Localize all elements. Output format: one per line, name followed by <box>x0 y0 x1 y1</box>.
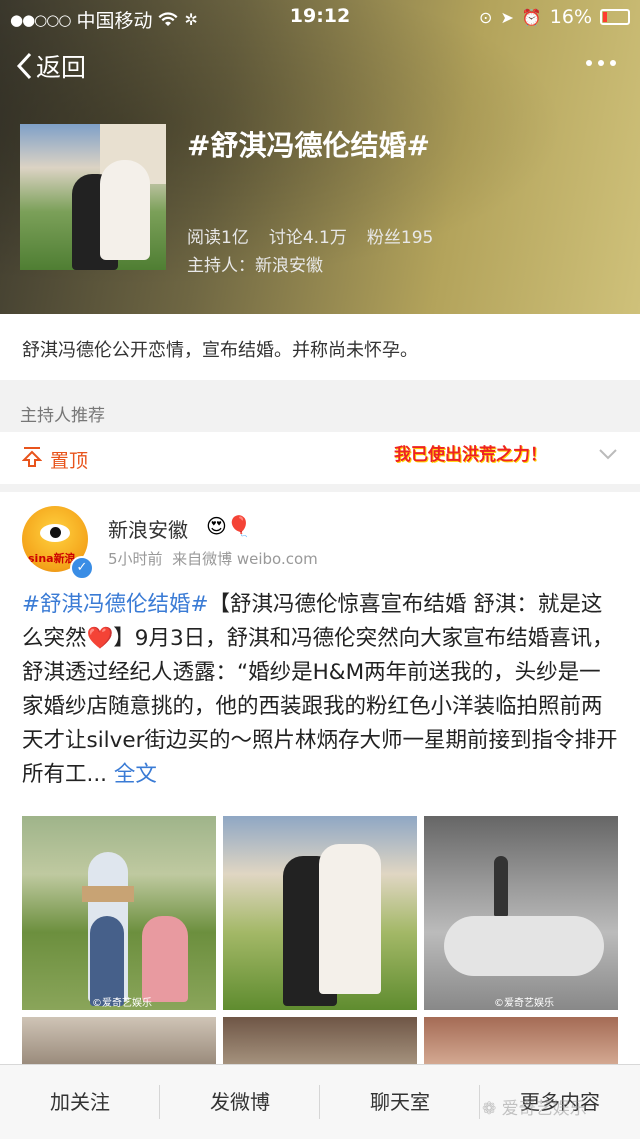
topic-stats: 阅读1亿 讨论4.1万 粉丝195 <box>187 223 433 248</box>
discussion-count: 讨论4.1万 <box>268 228 347 248</box>
post-author[interactable]: 新浪安徽 <box>108 514 188 543</box>
avatar-brand: sina新浪 <box>28 552 76 565</box>
more-options-button[interactable] <box>586 60 616 66</box>
nav-bar: 返回 <box>0 44 640 88</box>
topic-summary: 舒淇冯德伦公开恋情，宣布结婚。并称尚未怀孕。 <box>0 314 640 380</box>
image-caption: ©爱奇艺娱乐 <box>92 998 152 1009</box>
battery-percent: 16% <box>549 6 592 28</box>
full-text-link[interactable]: 全文 <box>114 762 157 787</box>
fan-count: 粉丝195 <box>366 228 434 248</box>
chevron-down-icon[interactable] <box>598 448 618 460</box>
tab-post-weibo[interactable]: 发微博 <box>160 1065 320 1139</box>
topic-cover-image <box>20 124 166 270</box>
topic-title: #舒淇冯德伦结婚# <box>187 129 430 162</box>
image-caption: ©爱奇艺娱乐 <box>494 998 554 1009</box>
post-text: #舒淇冯德伦结婚#【舒淇冯德伦惊喜宣布结婚 舒淇：就是这么突然❤️】9月3日，舒… <box>22 588 622 792</box>
post-image-2[interactable] <box>223 816 417 1010</box>
banner-text: 我已使出洪荒之力！ <box>394 445 547 465</box>
pinned-label: 置顶 <box>50 450 89 472</box>
post-source: 来自微博 weibo.com <box>172 550 318 568</box>
rotation-lock-icon: ⊙ <box>479 7 493 27</box>
alarm-icon: ⏰ <box>521 7 542 27</box>
balloon-icon: 🎈 <box>226 514 252 538</box>
summary-text: 舒淇冯德伦公开恋情，宣布结婚。并称尚未怀孕。 <box>22 340 418 361</box>
more-dot-icon <box>586 60 592 66</box>
back-button[interactable]: 返回 <box>16 48 86 84</box>
image-grid: ©爱奇艺娱乐 ©爱奇艺娱乐 <box>22 816 618 1077</box>
post-meta: 5小时前 来自微博 weibo.com <box>108 548 318 569</box>
heart-face-icon: 😍 <box>206 514 227 538</box>
weibo-post-card: sina新浪 ✓ 新浪安徽 😍🎈 5小时前 来自微博 weibo.com #舒淇… <box>0 492 640 1077</box>
location-icon: ➤ <box>500 7 514 27</box>
status-bar: ●●○○○ 中国移动 ✲ 19:12 ⊙ ➤ ⏰ 16% <box>0 0 640 34</box>
topic-header: ●●○○○ 中国移动 ✲ 19:12 ⊙ ➤ ⏰ 16% 返回 #舒淇冯德伦结婚… <box>0 0 640 314</box>
watermark: ❁ 爱奇艺娱乐 <box>482 1094 587 1119</box>
post-image-3[interactable]: ©爱奇艺娱乐 <box>424 816 618 1010</box>
post-time: 5小时前 <box>108 550 163 568</box>
pinned-row[interactable]: 置顶 我已使出洪荒之力！ <box>0 432 640 484</box>
badge-icons: 😍🎈 <box>206 514 252 538</box>
tab-chatroom[interactable]: 聊天室 <box>320 1065 480 1139</box>
post-image-1[interactable]: ©爱奇艺娱乐 <box>22 816 216 1010</box>
read-count: 阅读1亿 <box>187 228 249 248</box>
watermark-text: 爱奇艺娱乐 <box>501 1099 587 1119</box>
section-label: 主持人推荐 <box>20 406 105 426</box>
pin-top-icon <box>22 447 42 467</box>
battery-icon <box>600 9 630 25</box>
chevron-left-icon <box>16 52 32 80</box>
back-label: 返回 <box>36 53 87 82</box>
wechat-icon: ❁ <box>482 1099 497 1119</box>
tab-follow[interactable]: 加关注 <box>0 1065 160 1139</box>
post-hashtag[interactable]: #舒淇冯德伦结婚# <box>22 592 209 617</box>
topic-host[interactable]: 主持人：新浪安徽 <box>187 251 323 276</box>
verified-icon: ✓ <box>70 556 94 580</box>
heart-icon: ❤️ <box>86 626 114 651</box>
